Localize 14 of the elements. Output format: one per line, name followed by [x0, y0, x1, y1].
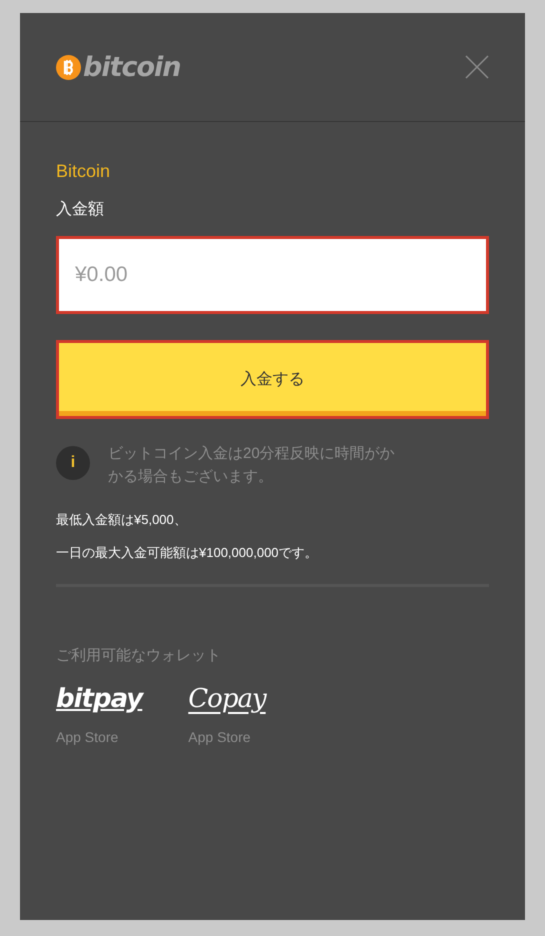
- close-button[interactable]: [465, 54, 489, 80]
- wallet-logo-link[interactable]: bitpay: [56, 686, 142, 712]
- info-icon: i: [56, 446, 90, 480]
- wallets-title: ご利用可能なウォレット: [56, 646, 222, 666]
- limit-note: 最低入金額は¥5,000、: [56, 511, 188, 529]
- deposit-button[interactable]: 入金する: [56, 340, 489, 419]
- bitcoin-logo-icon: [56, 54, 81, 80]
- limit-note: 一日の最大入金可能額は¥100,000,000です。: [56, 544, 319, 562]
- logo-text: bitcoin: [83, 54, 181, 80]
- amount-field[interactable]: ¥0.00: [56, 236, 489, 314]
- info-text: ビットコイン入金は20分程反映に時間がかかる場合もございます。: [108, 444, 396, 487]
- method-title: Bitcoin: [56, 162, 112, 180]
- wallet-logo-link[interactable]: Copay: [188, 686, 266, 712]
- amount-label: 入金額: [56, 200, 105, 220]
